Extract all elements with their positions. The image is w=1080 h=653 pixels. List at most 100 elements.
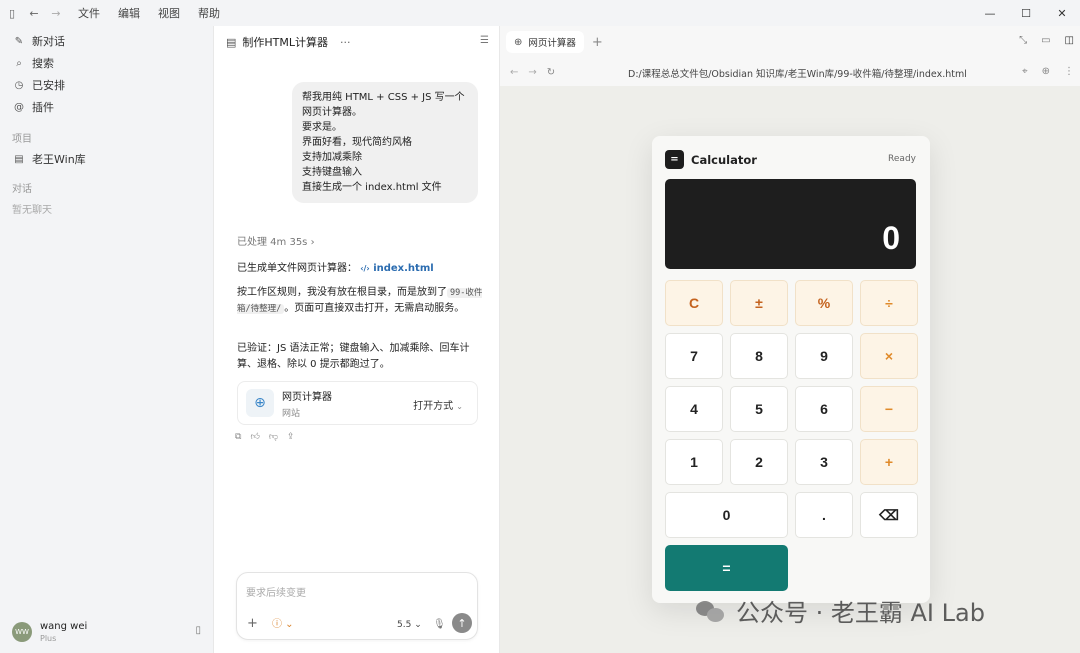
- digit-8-button[interactable]: 8: [730, 333, 788, 379]
- menu-view[interactable]: 视图: [158, 5, 180, 21]
- document-icon: ▤: [226, 35, 237, 49]
- menu-edit[interactable]: 编辑: [118, 5, 140, 21]
- chats-section-label: 对话: [12, 183, 32, 195]
- assistant-message: 按工作区规则，我没有放在根目录，而是放到了 99-收件箱/待整理/。页面可直接双击…: [237, 285, 485, 317]
- plus-button[interactable]: +: [860, 439, 918, 485]
- browser-tab-title: 网页计算器: [528, 38, 576, 49]
- code-icon: ‹/›: [360, 264, 370, 273]
- card-subtitle: 网站: [282, 408, 301, 419]
- user-profile[interactable]: WW wang wei Plus ▯: [0, 611, 213, 653]
- sidebar-item-project[interactable]: ▤ 老王Win库: [0, 148, 213, 170]
- browser-tab-bar: ⊕ 网页计算器 + ⤡ ▭ ◫: [500, 26, 1080, 58]
- forward-arrow-icon[interactable]: →: [46, 3, 66, 23]
- composer-placeholder[interactable]: 要求后续变更: [246, 584, 306, 599]
- backspace-button[interactable]: ⌫: [860, 492, 918, 538]
- user-message-line: 要求是。: [302, 122, 342, 133]
- model-label: 5.5: [397, 620, 412, 630]
- menu-bar: 文件 编辑 视图 帮助: [78, 5, 238, 21]
- address-bar[interactable]: D:/课程总总文件包/Obsidian 知识库/老王Win库/99-收件箱/待整…: [628, 66, 967, 80]
- model-selector[interactable]: 5.5 ⌄: [397, 620, 422, 630]
- menu-file[interactable]: 文件: [78, 5, 100, 21]
- minimize-icon[interactable]: —: [972, 0, 1008, 26]
- sidebar-toggle-icon[interactable]: ▯: [2, 3, 22, 23]
- menu-help[interactable]: 帮助: [198, 5, 220, 21]
- projects-section-label: 项目: [12, 133, 32, 145]
- sidebar-item-plugins[interactable]: @ 插件: [0, 96, 213, 118]
- digit-5-button[interactable]: 5: [730, 386, 788, 432]
- calculator: = Calculator Ready 0 C ± % ÷ 7 8 9 × 4 5…: [652, 136, 930, 603]
- keypad: C ± % ÷ 7 8 9 × 4 5 6 − 1 2 3 + 0 . ⌫ =: [665, 280, 918, 591]
- assistant-message: 已验证：JS 语法正常；键盘输入、加减乘除、回车计算、退格、除以 0 提示都跑过…: [237, 341, 485, 373]
- sidebar-item-scheduled[interactable]: ◷ 已安排: [0, 74, 213, 96]
- sidebar-item-search[interactable]: ⌕ 搜索: [0, 52, 213, 74]
- permissions-icon[interactable]: ⓘ ⌄: [272, 615, 294, 630]
- more-vertical-icon[interactable]: ⋮: [1064, 66, 1074, 77]
- message-composer[interactable]: 要求后续变更 + ⓘ ⌄ 5.5 ⌄ 🎙︎ ↑: [236, 572, 478, 640]
- panel-bottom-icon[interactable]: ▭: [1041, 35, 1050, 46]
- reload-icon[interactable]: ↻: [547, 67, 555, 78]
- browser-tab[interactable]: ⊕ 网页计算器: [506, 31, 584, 53]
- browser-nav-bar: ← → ↻ D:/课程总总文件包/Obsidian 知识库/老王Win库/99-…: [500, 58, 1080, 86]
- back-arrow-icon[interactable]: ←: [24, 3, 44, 23]
- thumbs-down-icon[interactable]: 👎︎: [269, 432, 278, 442]
- equals-button[interactable]: =: [665, 545, 788, 591]
- add-icon[interactable]: ⊕: [1042, 66, 1050, 77]
- divide-button[interactable]: ÷: [860, 280, 918, 326]
- attach-plus-icon[interactable]: +: [247, 616, 258, 631]
- nav-forward-icon[interactable]: →: [528, 67, 536, 78]
- send-button[interactable]: ↑: [452, 613, 472, 633]
- chat-panel: ▤ 制作HTML计算器 ··· ☰ 帮我用纯 HTML + CSS + JS 写…: [213, 26, 500, 653]
- thumbs-up-icon[interactable]: 👍︎: [250, 432, 259, 442]
- decimal-button[interactable]: .: [795, 492, 853, 538]
- collapse-icon[interactable]: ⤡: [1019, 35, 1027, 46]
- digit-1-button[interactable]: 1: [665, 439, 723, 485]
- digit-2-button[interactable]: 2: [730, 439, 788, 485]
- clear-button[interactable]: C: [665, 280, 723, 326]
- digit-9-button[interactable]: 9: [795, 333, 853, 379]
- multiply-button[interactable]: ×: [860, 333, 918, 379]
- chat-title: 制作HTML计算器: [242, 36, 329, 49]
- digit-4-button[interactable]: 4: [665, 386, 723, 432]
- panel-right-icon[interactable]: ◫: [1065, 35, 1074, 46]
- open-with-button[interactable]: 打开方式 ⌄: [413, 397, 463, 412]
- globe-icon: ⊕: [514, 36, 523, 48]
- file-link[interactable]: ‹/› index.html: [360, 263, 433, 274]
- digit-3-button[interactable]: 3: [795, 439, 853, 485]
- sidebar-item-label: 老王Win库: [32, 153, 86, 166]
- copy-icon[interactable]: ⧉: [235, 432, 241, 442]
- digit-0-button[interactable]: 0: [665, 492, 788, 538]
- share-icon[interactable]: ⇪: [287, 432, 295, 442]
- watermark-text: 公众号 · 老王霸 AI Lab: [736, 599, 985, 627]
- nav-back-icon[interactable]: ←: [510, 67, 518, 78]
- new-tab-icon[interactable]: +: [592, 35, 603, 50]
- percent-button[interactable]: %: [795, 280, 853, 326]
- sidebar-item-new-chat[interactable]: ✎ 新对话: [0, 30, 213, 52]
- browser-panel: ⊕ 网页计算器 + ⤡ ▭ ◫ ← → ↻ D:/课程总总文件包/Obsidia…: [500, 26, 1080, 653]
- wechat-icon: [696, 599, 726, 623]
- processed-time[interactable]: 已处理 4m 35s ›: [237, 233, 315, 248]
- calculator-display: 0: [665, 179, 916, 269]
- reply-text: 按工作区规则，我没有放在根目录，而是放到了: [237, 287, 447, 298]
- maximize-icon[interactable]: ☐: [1008, 0, 1044, 26]
- user-plan: Plus: [40, 634, 57, 643]
- chat-header: ▤ 制作HTML计算器 ··· ☰: [214, 26, 499, 58]
- layout-icon[interactable]: ☰: [480, 35, 489, 46]
- globe-icon: ⊕: [246, 389, 274, 417]
- website-card[interactable]: ⊕ 网页计算器 网站 打开方式 ⌄: [237, 381, 478, 425]
- reply-text: 已验证：JS 语法正常；键盘输入、加减乘除、回车计算、退格、除以 0 提示都跑过…: [237, 343, 470, 370]
- phone-icon[interactable]: ▯: [195, 625, 201, 636]
- user-message-line: 帮我用纯 HTML + CSS + JS 写一个网页计算器。: [302, 92, 465, 118]
- more-options-icon[interactable]: ···: [340, 36, 351, 49]
- avatar: WW: [12, 622, 32, 642]
- sign-button[interactable]: ±: [730, 280, 788, 326]
- minus-button[interactable]: −: [860, 386, 918, 432]
- user-message-line: 界面好看，现代简约风格: [302, 137, 412, 148]
- screenshot-icon[interactable]: ⌖: [1022, 66, 1028, 77]
- digit-6-button[interactable]: 6: [795, 386, 853, 432]
- digit-7-button[interactable]: 7: [665, 333, 723, 379]
- sidebar-item-label: 新对话: [32, 35, 65, 48]
- chevron-down-icon: ⌄: [456, 402, 463, 411]
- microphone-icon[interactable]: 🎙︎: [433, 619, 446, 630]
- plugin-icon: @: [14, 101, 24, 113]
- close-icon[interactable]: ✕: [1044, 0, 1080, 26]
